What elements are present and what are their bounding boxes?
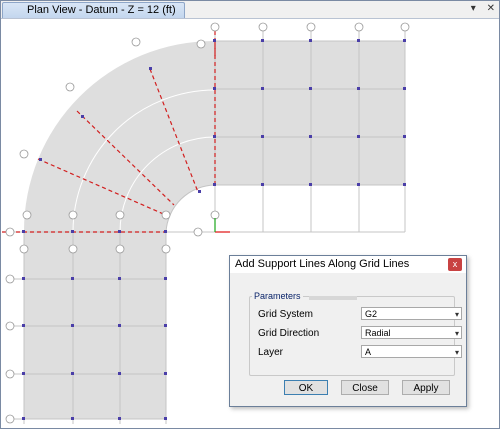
layer-value: A <box>365 347 372 357</box>
grid-direction-value: Radial <box>365 328 391 338</box>
chevron-down-icon: ▾ <box>454 348 459 357</box>
tab-title: Plan View - Datum - Z = 12 (ft) <box>27 4 176 16</box>
dialog-title: Add Support Lines Along Grid Lines <box>235 258 410 270</box>
dialog-titlebar: Add Support Lines Along Grid Lines x <box>230 256 466 273</box>
window-titlebar: Plan View - Datum - Z = 12 (ft) ▾ ✕ <box>1 1 499 19</box>
tab-plan-view[interactable]: Plan View - Datum - Z = 12 (ft) <box>2 2 185 18</box>
grid-system-label: Grid System <box>258 309 314 320</box>
layer-label: Layer <box>258 347 284 358</box>
grid-direction-select[interactable]: Radial ▾ <box>361 326 462 339</box>
grid-system-select[interactable]: G2 ▾ <box>361 307 462 320</box>
support-lines-dialog: Add Support Lines Along Grid Lines x Par… <box>229 255 467 407</box>
window-controls: ▾ ✕ <box>463 3 495 14</box>
group-divider <box>309 296 357 300</box>
close-button[interactable]: Close <box>341 380 389 395</box>
apply-button[interactable]: Apply <box>402 380 450 395</box>
ok-button[interactable]: OK <box>284 380 328 395</box>
pin-icon[interactable]: ▾ <box>471 3 476 14</box>
chevron-down-icon: ▾ <box>454 329 459 338</box>
plan-view-window: Plan View - Datum - Z = 12 (ft) ▾ ✕ Add … <box>0 0 500 429</box>
parameters-legend: Parameters <box>252 291 303 301</box>
origin-axis-icon <box>214 218 230 233</box>
grid-direction-label: Grid Direction <box>258 328 320 339</box>
chevron-down-icon: ▾ <box>454 310 459 319</box>
dialog-close-button[interactable]: x <box>448 258 462 271</box>
close-icon[interactable]: ✕ <box>487 3 495 14</box>
grid-system-value: G2 <box>365 309 378 319</box>
layer-select[interactable]: A ▾ <box>361 345 462 358</box>
close-icon: x <box>452 259 458 269</box>
